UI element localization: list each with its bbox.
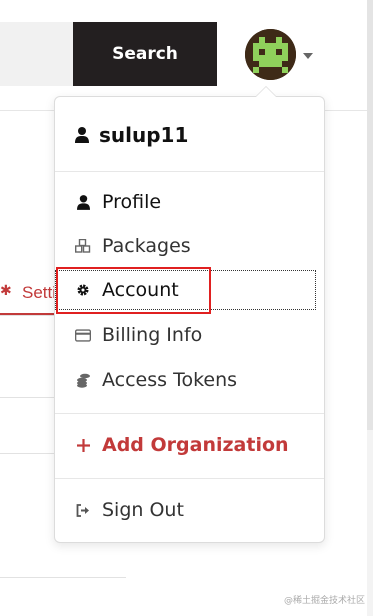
page: Search ✱ Settings [0, 0, 373, 616]
menu-item-label: Access Tokens [102, 369, 238, 391]
sign-out-icon [75, 503, 91, 517]
content-divider [0, 577, 126, 578]
menu-item-label: Packages [102, 235, 191, 257]
tab-settings-label: Settings [22, 283, 54, 302]
menu-item-label: Billing Info [102, 324, 203, 346]
add-organization-label: Add Organization [102, 434, 289, 456]
menu-item-label: Profile [102, 191, 162, 213]
sign-out-label: Sign Out [102, 499, 184, 521]
user-icon [75, 194, 91, 210]
menu-pointer-fill [256, 87, 276, 97]
sign-out-button[interactable]: Sign Out [55, 490, 324, 530]
menu-item-billing-info[interactable]: Billing Info [55, 315, 324, 355]
plus-icon [75, 438, 91, 452]
content-divider [0, 453, 54, 454]
user-dropdown-menu: sulup11 Profile Packages Account Billing… [54, 86, 325, 543]
avatar[interactable] [245, 29, 296, 80]
search-button[interactable]: Search [73, 22, 217, 86]
add-organization-button[interactable]: Add Organization [55, 425, 324, 465]
menu-item-packages[interactable]: Packages [55, 226, 324, 266]
user-icon [75, 127, 89, 143]
menu-divider [55, 171, 324, 172]
coins-icon [75, 373, 91, 388]
menu-divider [55, 413, 324, 414]
watermark: @稀土掘金技术社区 [283, 596, 365, 606]
tab-divider [0, 315, 54, 316]
avatar-pixel-art [245, 29, 296, 80]
menu-item-profile[interactable]: Profile [55, 182, 324, 222]
menu-divider [55, 478, 324, 479]
credit-card-icon [75, 328, 91, 342]
content-divider [0, 397, 54, 398]
tab-settings[interactable]: ✱ Settings [0, 271, 54, 315]
annotation-highlight-box [56, 267, 211, 314]
settings-icon: ✱ [0, 283, 12, 299]
caret-down-icon[interactable] [303, 53, 313, 59]
menu-item-access-tokens[interactable]: Access Tokens [55, 360, 324, 400]
search-input[interactable] [0, 22, 73, 86]
scrollbar-thumb[interactable] [367, 0, 373, 430]
menu-username: sulup11 [99, 123, 189, 147]
menu-user-header: sulup11 [75, 121, 188, 149]
cubes-icon [75, 239, 91, 253]
